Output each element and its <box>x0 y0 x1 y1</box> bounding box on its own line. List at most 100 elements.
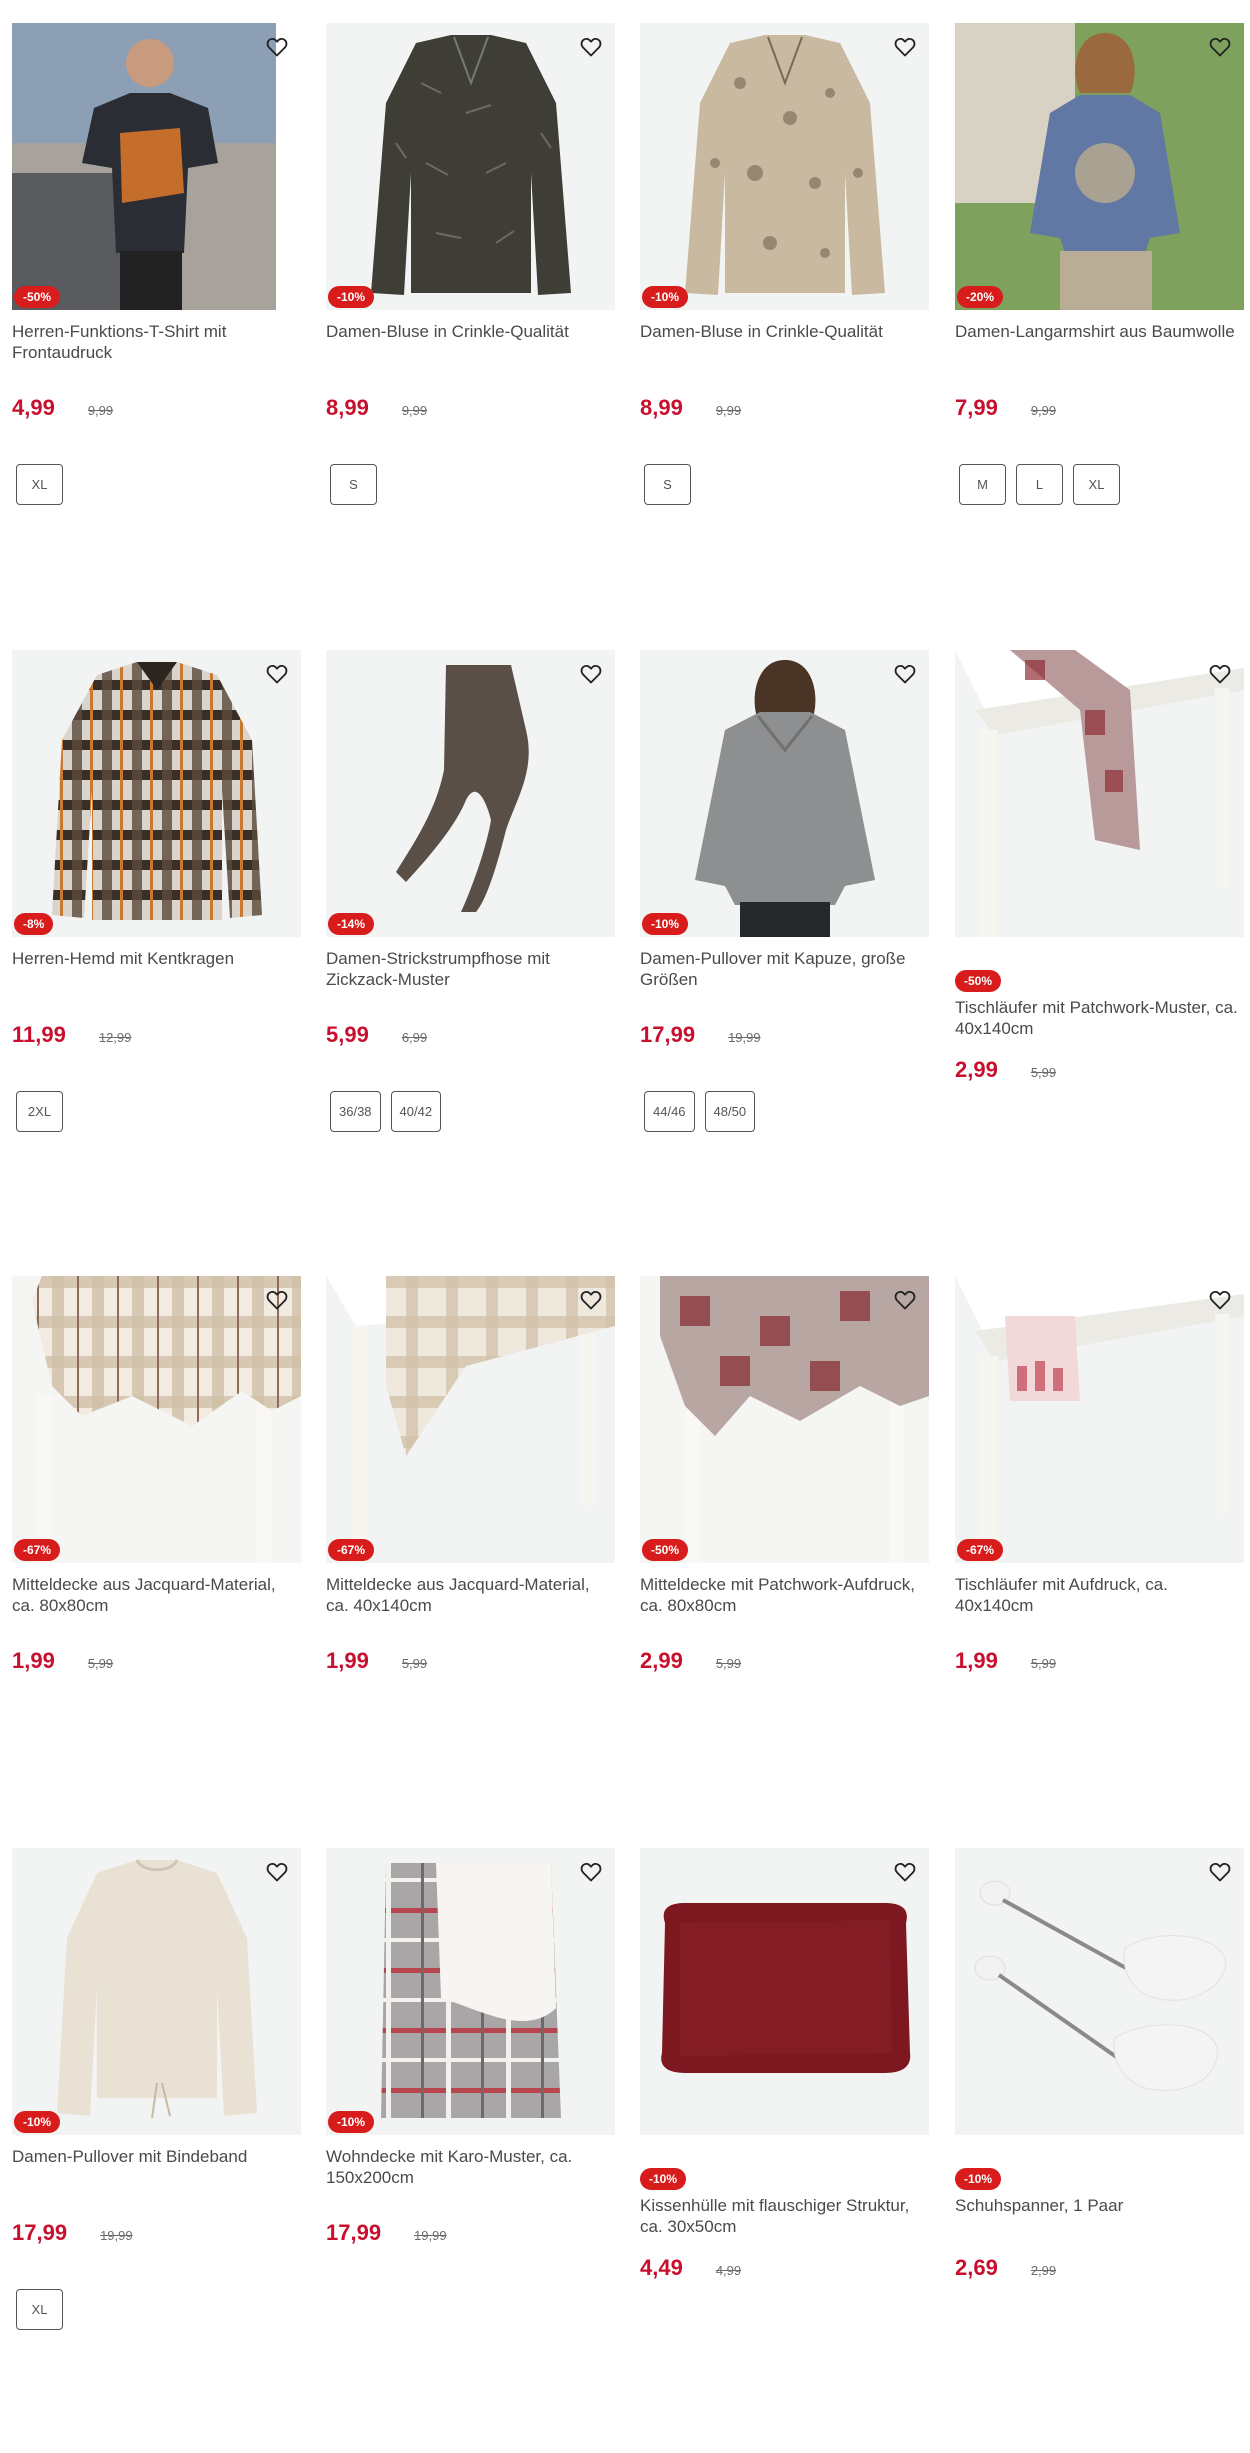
size-option[interactable]: M <box>959 464 1006 505</box>
product-name[interactable]: Damen-Bluse in Crinkle-Qualität <box>640 321 929 363</box>
product-name[interactable]: Damen-Pullover mit Kapuze, große Größen <box>640 948 929 990</box>
price-row: 5,99 6,99 <box>326 1022 615 1062</box>
product-card[interactable]: -50% Mitteldecke mit Patchwork-Aufdruck,… <box>640 1276 929 1688</box>
product-image[interactable]: -67% <box>326 1276 615 1563</box>
wishlist-heart-icon[interactable] <box>577 1286 605 1314</box>
size-option[interactable]: 2XL <box>16 1091 63 1132</box>
price-row: 11,99 12,99 <box>12 1022 301 1062</box>
size-option[interactable]: 48/50 <box>704 1091 756 1132</box>
product-image[interactable]: -50% <box>640 1276 929 1563</box>
wishlist-heart-icon[interactable] <box>263 1286 291 1314</box>
product-image[interactable] <box>640 1848 929 2135</box>
wishlist-heart-icon[interactable] <box>577 1858 605 1886</box>
sale-price: 17,99 <box>640 1022 696 1047</box>
size-option[interactable]: S <box>330 464 377 505</box>
original-price: 5,99 <box>1030 1656 1057 1671</box>
product-card[interactable]: -67% Tischläufer mit Aufdruck, ca. 40x14… <box>955 1276 1244 1688</box>
sale-price: 7,99 <box>955 395 998 420</box>
discount-badge: -50% <box>955 970 1002 992</box>
product-name[interactable]: Damen-Pullover mit Bindeband <box>12 2146 301 2188</box>
size-option[interactable]: 44/46 <box>644 1091 695 1132</box>
product-image[interactable]: -10% <box>326 23 615 310</box>
wishlist-heart-icon[interactable] <box>1206 33 1234 61</box>
sale-price: 5,99 <box>326 1022 369 1047</box>
product-name[interactable]: Mitteldecke aus Jacquard-Material, ca. 4… <box>326 1574 615 1616</box>
product-card[interactable]: -10% Damen-Pullover mit Bindeband 17,99 … <box>12 1848 301 2330</box>
product-name[interactable]: Tischläufer mit Patchwork-Muster, ca. 40… <box>955 997 1244 1039</box>
size-option[interactable]: 40/42 <box>390 1091 442 1132</box>
product-card[interactable]: -67% Mitteldecke aus Jacquard-Material, … <box>326 1276 615 1688</box>
product-image[interactable]: -50% <box>12 23 301 310</box>
product-image[interactable]: -8% <box>12 650 301 937</box>
product-image[interactable] <box>955 650 1244 937</box>
size-option[interactable]: 36/38 <box>330 1091 381 1132</box>
product-card[interactable]: -10% Kissenhülle mit flauschiger Struktu… <box>640 1848 929 2295</box>
product-name[interactable]: Kissenhülle mit flauschiger Struktur, ca… <box>640 2195 929 2237</box>
product-card[interactable]: -10% Damen-Pullover mit Kapuze, große Gr… <box>640 650 929 1132</box>
product-image[interactable]: -14% <box>326 650 615 937</box>
sale-price: 17,99 <box>12 2220 68 2245</box>
product-image[interactable]: -67% <box>12 1276 301 1563</box>
product-image[interactable]: -10% <box>640 650 929 937</box>
price-row: 1,99 5,99 <box>12 1648 301 1688</box>
wishlist-heart-icon[interactable] <box>1206 660 1234 688</box>
product-card[interactable]: -10% Schuhspanner, 1 Paar 2,69 2,99 <box>955 1848 1244 2295</box>
product-name[interactable]: Mitteldecke aus Jacquard-Material, ca. 8… <box>12 1574 301 1616</box>
size-option[interactable]: S <box>644 464 691 505</box>
discount-badge: -67% <box>957 1539 1004 1561</box>
product-image[interactable]: -10% <box>12 1848 301 2135</box>
size-option[interactable]: XL <box>16 2289 63 2330</box>
discount-badge: -10% <box>328 286 375 308</box>
product-name[interactable]: Damen-Bluse in Crinkle-Qualität <box>326 321 615 363</box>
product-card[interactable]: -10% Damen-Bluse in Crinkle-Qualität 8,9… <box>326 23 615 505</box>
product-card[interactable]: -20% Damen-Langarmshirt aus Baumwolle 7,… <box>955 23 1244 505</box>
original-price: 19,99 <box>728 1030 761 1045</box>
price-row: 1,99 5,99 <box>326 1648 615 1688</box>
product-name[interactable]: Tischläufer mit Aufdruck, ca. 40x140cm <box>955 1574 1244 1616</box>
sale-price: 4,49 <box>640 2255 683 2280</box>
size-option[interactable]: XL <box>1073 464 1120 505</box>
original-price: 5,99 <box>1030 1065 1057 1080</box>
wishlist-heart-icon[interactable] <box>1206 1858 1234 1886</box>
wishlist-heart-icon[interactable] <box>577 33 605 61</box>
product-name[interactable]: Schuhspanner, 1 Paar <box>955 2195 1244 2237</box>
wishlist-heart-icon[interactable] <box>891 33 919 61</box>
product-name[interactable]: Herren-Hemd mit Kentkragen <box>12 948 301 990</box>
original-price: 4,99 <box>715 2263 742 2278</box>
discount-badge: -20% <box>957 286 1004 308</box>
wishlist-heart-icon[interactable] <box>891 1286 919 1314</box>
product-image[interactable] <box>955 1848 1244 2135</box>
product-image[interactable]: -10% <box>326 1848 615 2135</box>
product-image[interactable]: -20% <box>955 23 1244 310</box>
sale-price: 11,99 <box>12 1022 66 1047</box>
price-row: 7,99 9,99 <box>955 395 1244 435</box>
product-card[interactable]: -10% Wohndecke mit Karo-Muster, ca. 150x… <box>326 1848 615 2260</box>
wishlist-heart-icon[interactable] <box>891 660 919 688</box>
wishlist-heart-icon[interactable] <box>891 1858 919 1886</box>
size-option[interactable]: XL <box>16 464 63 505</box>
original-price: 5,99 <box>715 1656 742 1671</box>
wishlist-heart-icon[interactable] <box>263 660 291 688</box>
wishlist-heart-icon[interactable] <box>577 660 605 688</box>
wishlist-heart-icon[interactable] <box>1206 1286 1234 1314</box>
product-image[interactable]: -10% <box>640 23 929 310</box>
product-image[interactable]: -67% <box>955 1276 1244 1563</box>
original-price: 12,99 <box>98 1030 132 1045</box>
original-price: 9,99 <box>715 403 742 418</box>
discount-badge: -50% <box>14 286 61 308</box>
product-card[interactable]: -67% Mitteldecke aus Jacquard-Material, … <box>12 1276 301 1688</box>
product-name[interactable]: Damen-Langarmshirt aus Baumwolle <box>955 321 1244 363</box>
product-card[interactable]: -8% Herren-Hemd mit Kentkragen 11,99 12,… <box>12 650 301 1132</box>
product-name[interactable]: Damen-Strickstrumpfhose mit Zickzack-Mus… <box>326 948 615 990</box>
product-card[interactable]: -14% Damen-Strickstrumpfhose mit Zickzac… <box>326 650 615 1132</box>
product-card[interactable]: -50% Herren-Funktions-T-Shirt mit Fronta… <box>12 23 301 505</box>
wishlist-heart-icon[interactable] <box>263 33 291 61</box>
wishlist-heart-icon[interactable] <box>263 1858 291 1886</box>
size-options: 36/38 40/42 <box>330 1091 615 1132</box>
product-name[interactable]: Mitteldecke mit Patchwork-Aufdruck, ca. … <box>640 1574 929 1616</box>
product-name[interactable]: Wohndecke mit Karo-Muster, ca. 150x200cm <box>326 2146 615 2188</box>
product-name[interactable]: Herren-Funktions-T-Shirt mit Frontaudruc… <box>12 321 301 363</box>
product-card[interactable]: -50% Tischläufer mit Patchwork-Muster, c… <box>955 650 1244 1097</box>
product-card[interactable]: -10% Damen-Bluse in Crinkle-Qualität 8,9… <box>640 23 929 505</box>
size-option[interactable]: L <box>1016 464 1063 505</box>
